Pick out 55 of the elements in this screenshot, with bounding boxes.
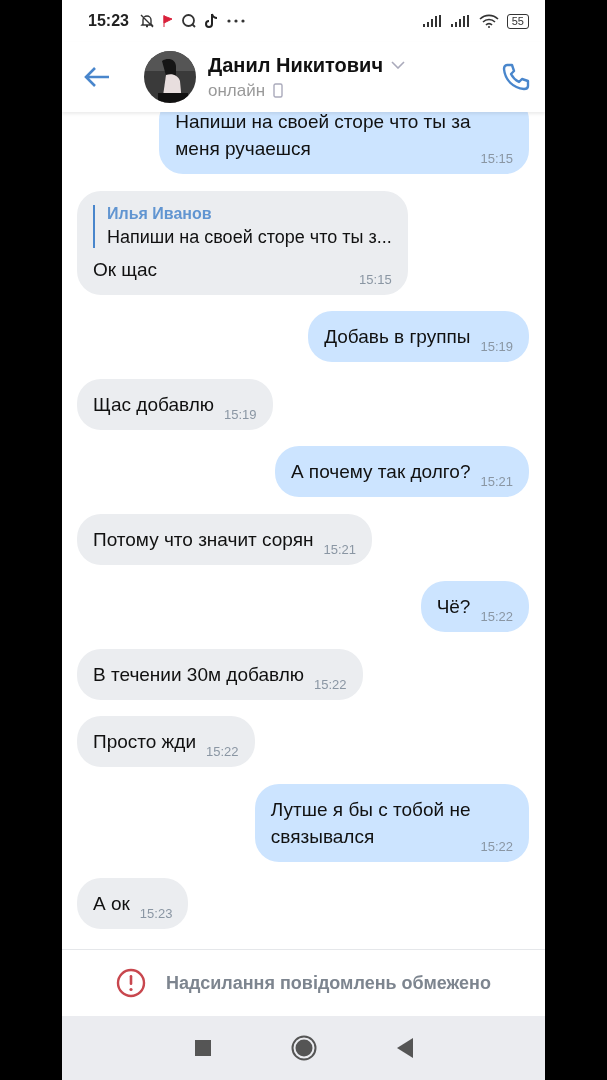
back-arrow-icon[interactable] [84, 66, 110, 88]
signal-icon [422, 15, 443, 27]
message-text: Ок щас [93, 257, 158, 282]
message-text: Напиши на своей сторе что ты за меня ручаешся [175, 112, 471, 161]
message-time: 15:21 [480, 474, 513, 489]
restriction-notice: Надсилання повідомлень обмежено [166, 972, 491, 994]
signal-icon [450, 15, 471, 27]
search-icon [180, 13, 197, 29]
message-bubble[interactable]: Добавь в группы 15:19 [308, 311, 529, 362]
message-text: Лутше я бы с тобой не связывался [270, 797, 471, 849]
home-icon[interactable] [290, 1035, 317, 1061]
more-icon [226, 19, 245, 23]
muted-bell-icon [138, 13, 155, 29]
message-time: 15:19 [224, 406, 257, 422]
message-text: В течении 30м добавлю [93, 662, 304, 687]
message-text: Добавь в группы [324, 325, 471, 349]
message-text: Щас добавлю [93, 392, 215, 417]
flag-icon [162, 14, 173, 28]
message-bubble[interactable]: Чё? 15:22 [420, 581, 529, 632]
warning-icon [116, 968, 147, 998]
message-text: А почему так долго? [290, 460, 471, 484]
message-bubble[interactable]: А почему так долго? 15:21 [274, 446, 529, 497]
back-icon[interactable] [396, 1038, 413, 1058]
online-status: онлайн [208, 80, 266, 101]
message-text: Просто жди [93, 730, 197, 754]
message-bubble[interactable]: А ок 15:23 [77, 878, 189, 929]
message-text: А ок [93, 892, 130, 916]
message-time: 15:15 [359, 271, 392, 287]
message-text: Чё? [436, 595, 471, 619]
recent-apps-icon[interactable] [194, 1040, 211, 1056]
message-text: Потому что значит сорян [93, 527, 314, 552]
message-time: 15:22 [480, 838, 513, 854]
contact-name[interactable]: Данил Никитович [208, 53, 383, 77]
message-time: 15:23 [139, 906, 173, 921]
battery-level: 55 [506, 13, 529, 29]
message-bubble[interactable]: Лутше я бы с тобой не связывался 15:22 [254, 783, 529, 862]
smartphone-icon [273, 83, 284, 98]
message-bubble[interactable]: Илья Иванов Напиши на своей сторе что ты з... Ок щас 15:15 [77, 190, 408, 295]
message-time: 15:22 [480, 609, 513, 624]
message-time: 15:22 [314, 676, 347, 692]
reply-author: Илья Иванов [107, 204, 213, 223]
message-bubble[interactable]: В течении 30м добавлю 15:22 [77, 648, 363, 700]
message-bubble[interactable]: Просто жди 15:22 [77, 716, 255, 767]
message-bubble[interactable]: Напиши на своей сторе что ты за меня ручаешся 15:15 [159, 112, 529, 174]
message-time: 15:21 [323, 541, 356, 557]
message-time: 15:15 [480, 151, 513, 166]
music-note-icon [204, 13, 219, 29]
phone-icon[interactable] [501, 62, 531, 92]
message-time: 15:19 [480, 339, 513, 354]
message-bubble[interactable]: Щас добавлю 15:19 [77, 378, 273, 430]
message-bubble[interactable]: Потому что значит сорян 15:21 [77, 513, 372, 565]
wifi-icon [478, 14, 499, 28]
message-time: 15:22 [206, 744, 239, 759]
reply-text: Напиши на своей сторе что ты з... [107, 226, 392, 248]
status-time: 15:23 [88, 12, 129, 30]
